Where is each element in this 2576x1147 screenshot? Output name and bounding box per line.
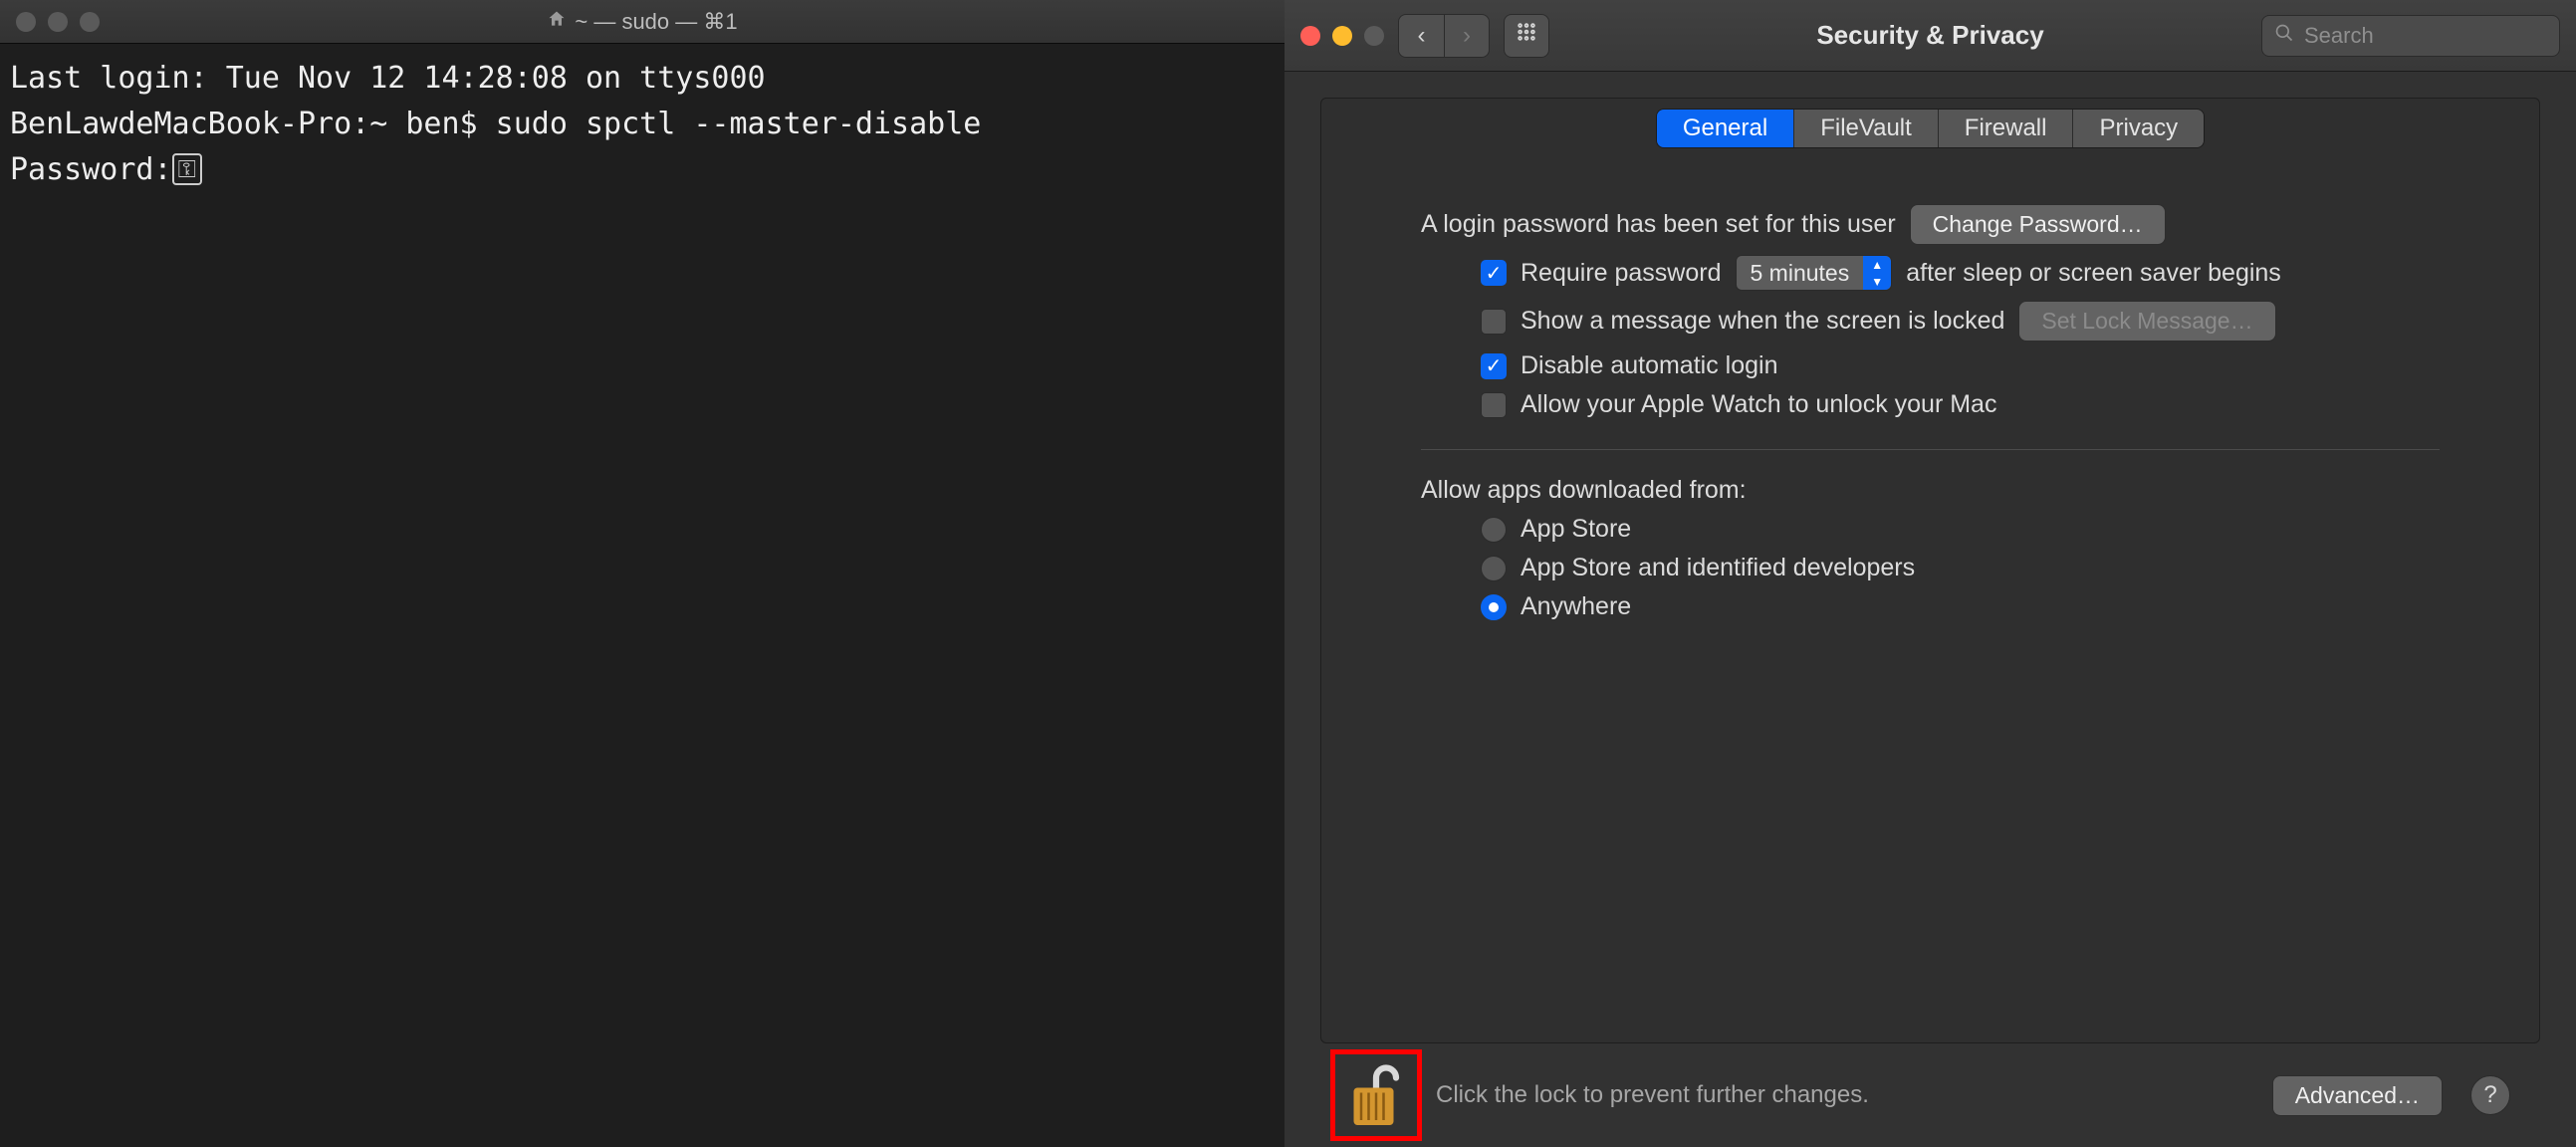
close-button[interactable] [16, 12, 36, 32]
unlock-icon[interactable] [1346, 1060, 1406, 1130]
terminal-titlebar: ~ — sudo — ⌘1 [0, 0, 1285, 44]
prefs-toolbar: ‹ › Security & Privacy Search [1285, 0, 2576, 72]
close-button[interactable] [1300, 26, 1320, 46]
nav-buttons: ‹ › [1398, 14, 1490, 58]
prefs-pane: General FileVault Firewall Privacy A log… [1320, 98, 2540, 1043]
tab-segment: General FileVault Firewall Privacy [1656, 109, 2205, 148]
popup-stepper-icon: ▲▼ [1863, 256, 1891, 290]
allow-watch-label: Allow your Apple Watch to unlock your Ma… [1521, 390, 1996, 419]
require-password-delay-value: 5 minutes [1737, 260, 1864, 287]
search-icon [2274, 23, 2294, 49]
show-message-row: Show a message when the screen is locked… [1421, 301, 2440, 342]
allow-apps-heading: Allow apps downloaded from: [1421, 476, 1747, 505]
key-icon: ⚿ [172, 153, 202, 185]
zoom-button[interactable] [80, 12, 100, 32]
terminal-window: ~ — sudo — ⌘1 Last login: Tue Nov 12 14:… [0, 0, 1285, 1147]
terminal-title-text: ~ — sudo — ⌘1 [575, 9, 737, 35]
prefs-footer: Click the lock to prevent further change… [1320, 1043, 2540, 1147]
tab-filevault[interactable]: FileVault [1794, 110, 1939, 147]
terminal-password-prompt: Password: [10, 152, 172, 187]
terminal-line-2: BenLawdeMacBook-Pro:~ ben$ sudo spctl --… [10, 107, 981, 141]
radio-identified[interactable] [1481, 556, 1507, 581]
allow-watch-row: Allow your Apple Watch to unlock your Ma… [1421, 390, 2440, 419]
system-preferences-window: ‹ › Security & Privacy Search [1285, 0, 2576, 1147]
terminal-traffic-lights [0, 12, 100, 32]
show-all-button[interactable] [1504, 14, 1549, 58]
require-password-suffix: after sleep or screen saver begins [1906, 259, 2281, 288]
show-message-label: Show a message when the screen is locked [1521, 307, 2004, 336]
show-message-checkbox[interactable] [1481, 309, 1507, 335]
require-password-row: ✓ Require password 5 minutes ▲▼ after sl… [1421, 255, 2440, 291]
help-icon: ? [2483, 1081, 2496, 1109]
help-button[interactable]: ? [2470, 1075, 2510, 1115]
prefs-body: General FileVault Firewall Privacy A log… [1285, 72, 2576, 1147]
minimize-button[interactable] [1332, 26, 1352, 46]
terminal-body[interactable]: Last login: Tue Nov 12 14:28:08 on ttys0… [0, 44, 1285, 1147]
terminal-title: ~ — sudo — ⌘1 [0, 9, 1285, 35]
allow-watch-checkbox[interactable] [1481, 392, 1507, 418]
terminal-line-1: Last login: Tue Nov 12 14:28:08 on ttys0… [10, 61, 766, 96]
zoom-button[interactable] [1364, 26, 1384, 46]
radio-anywhere-label: Anywhere [1521, 592, 1631, 621]
general-pane: A login password has been set for this u… [1321, 148, 2539, 661]
search-input[interactable]: Search [2261, 15, 2560, 57]
tab-bar: General FileVault Firewall Privacy [1321, 99, 2539, 148]
require-password-delay-popup[interactable]: 5 minutes ▲▼ [1736, 255, 1893, 291]
disable-auto-login-checkbox[interactable]: ✓ [1481, 353, 1507, 379]
disable-auto-login-label: Disable automatic login [1521, 351, 1777, 380]
radio-identified-label: App Store and identified developers [1521, 554, 1915, 582]
allow-apps-heading-row: Allow apps downloaded from: [1421, 476, 2440, 505]
set-lock-message-button[interactable]: Set Lock Message… [2018, 301, 2275, 342]
back-button[interactable]: ‹ [1398, 14, 1444, 58]
tab-general[interactable]: General [1657, 110, 1794, 147]
grid-icon [1516, 21, 1537, 50]
lock-highlight [1330, 1049, 1422, 1141]
minimize-button[interactable] [48, 12, 68, 32]
separator [1421, 449, 2440, 450]
tab-privacy[interactable]: Privacy [2073, 110, 2204, 147]
require-password-checkbox[interactable]: ✓ [1481, 260, 1507, 286]
change-password-button[interactable]: Change Password… [1910, 204, 2166, 245]
login-password-row: A login password has been set for this u… [1421, 204, 2440, 245]
home-icon [547, 9, 567, 35]
tab-firewall[interactable]: Firewall [1939, 110, 2074, 147]
lock-help-text: Click the lock to prevent further change… [1436, 1081, 1869, 1109]
require-password-label: Require password [1521, 259, 1722, 288]
disable-auto-login-row: ✓ Disable automatic login [1421, 351, 2440, 380]
radio-identified-row: App Store and identified developers [1421, 554, 2440, 582]
radio-anywhere[interactable] [1481, 594, 1507, 620]
login-password-text: A login password has been set for this u… [1421, 210, 1896, 239]
forward-button[interactable]: › [1444, 14, 1490, 58]
advanced-button[interactable]: Advanced… [2272, 1075, 2443, 1116]
radio-app-store-label: App Store [1521, 515, 1631, 544]
radio-app-store[interactable] [1481, 517, 1507, 543]
search-placeholder: Search [2304, 23, 2374, 49]
radio-app-store-row: App Store [1421, 515, 2440, 544]
chevron-right-icon: › [1463, 22, 1471, 50]
radio-anywhere-row: Anywhere [1421, 592, 2440, 621]
chevron-left-icon: ‹ [1418, 22, 1426, 50]
prefs-traffic-lights [1300, 26, 1384, 46]
